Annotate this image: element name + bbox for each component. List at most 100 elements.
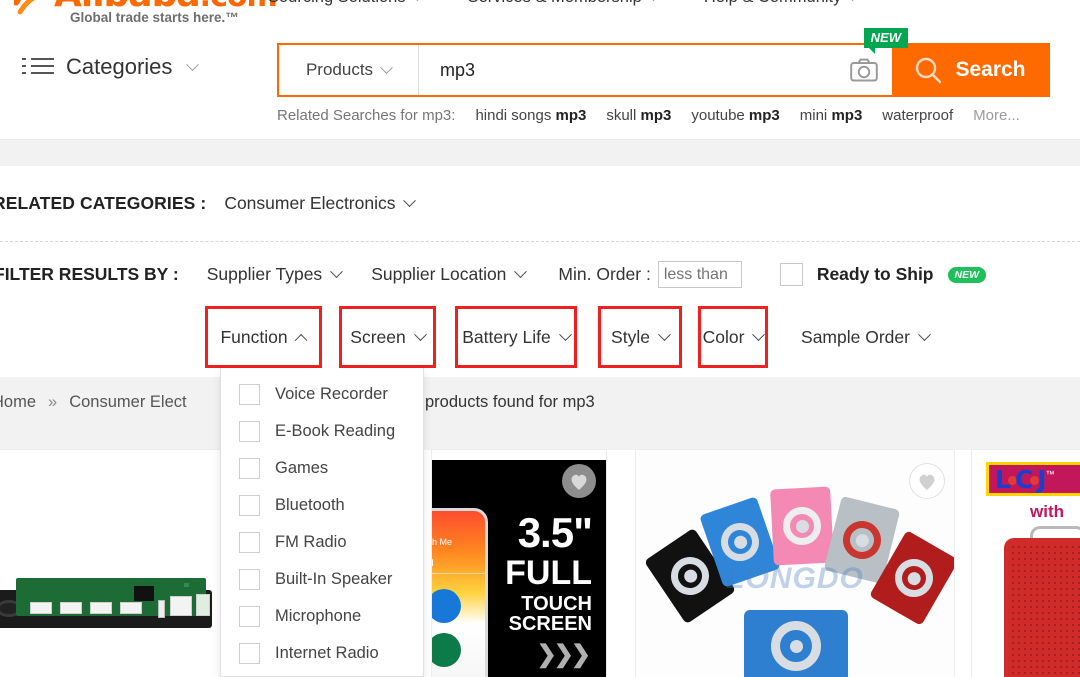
checkbox-icon[interactable] xyxy=(239,569,260,590)
breadcrumb-home-link[interactable]: Home xyxy=(0,393,36,412)
breadcrumb-current[interactable]: Consumer Elect xyxy=(69,393,186,412)
ready-to-ship-filter[interactable]: Ready to Ship NEW xyxy=(779,263,986,286)
product-caption: with xyxy=(1030,502,1064,521)
breadcrumb-band xyxy=(0,377,1080,450)
attribute-filter-row: Function Screen Battery Life Style Color… xyxy=(0,306,1080,368)
trademark-symbol: ™ xyxy=(1045,469,1055,479)
dropdown-option-e-book-reading[interactable]: E-Book Reading xyxy=(221,413,423,450)
favorite-button[interactable] xyxy=(562,464,596,498)
chevron-down-icon xyxy=(918,327,931,341)
search-input[interactable]: mp3 xyxy=(419,45,836,95)
product-card[interactable] xyxy=(0,450,230,677)
filter-chip-color[interactable]: Color xyxy=(698,306,768,368)
product-card[interactable]: LONGDO xyxy=(636,450,954,677)
breadcrumb: Home » Consumer Elect xyxy=(0,393,187,412)
filter-chip-battery-life[interactable]: Battery Life xyxy=(455,306,577,368)
dropdown-option-label: Microphone xyxy=(275,607,362,625)
search-button[interactable]: Search xyxy=(892,45,1048,95)
heart-icon xyxy=(571,474,587,490)
ready-to-ship-label: Ready to Ship xyxy=(816,264,934,284)
related-category-consumer-electronics[interactable]: Consumer Electronics xyxy=(224,193,417,214)
dropdown-option-bluetooth[interactable]: Bluetooth xyxy=(221,487,423,524)
topnav-label: Services & Membership xyxy=(468,0,642,7)
search-scope-label: Products xyxy=(305,60,374,79)
related-categories-divider xyxy=(0,241,1080,242)
heart-icon xyxy=(919,474,935,490)
topnav-item-help-community[interactable]: Help & Community xyxy=(704,0,860,7)
rs-prefix: mini xyxy=(799,107,832,124)
search-icon xyxy=(916,57,942,84)
filter-supplier-types[interactable]: Supplier Types xyxy=(206,264,344,285)
chevron-down-icon xyxy=(380,60,393,74)
overlay-line-screen: SCREEN xyxy=(508,613,592,635)
topnav-item-sourcing-solutions[interactable]: Sourcing Solutions xyxy=(268,0,424,7)
categories-menu-button[interactable]: Categories xyxy=(22,54,200,80)
related-search-item[interactable]: mini mp3 xyxy=(800,107,863,124)
related-category-label: Consumer Electronics xyxy=(224,193,396,213)
checkbox-icon[interactable] xyxy=(239,421,260,442)
dropdown-option-fm-radio[interactable]: FM Radio xyxy=(221,524,423,561)
dropdown-option-voice-recorder[interactable]: Voice Recorder xyxy=(221,376,423,413)
min-order-input[interactable] xyxy=(657,261,742,288)
related-search-item[interactable]: hindi songs mp3 xyxy=(475,107,586,124)
checkbox-icon[interactable] xyxy=(239,532,260,553)
related-categories-row: RELATED CATEGORIES : Consumer Electronic… xyxy=(0,193,417,214)
filter-supplier-location[interactable]: Supplier Location xyxy=(371,264,528,285)
dropdown-option-internet-radio[interactable]: Internet Radio xyxy=(221,635,423,672)
rs-prefix: youtube xyxy=(691,107,749,124)
dropdown-option-label: Bluetooth xyxy=(275,496,345,514)
product-image-pcb-board xyxy=(0,450,230,677)
related-search-item[interactable]: skull mp3 xyxy=(606,107,671,124)
chevron-down-icon xyxy=(410,0,424,2)
categories-label: Categories xyxy=(66,54,173,79)
filter-chip-sample-order[interactable]: Sample Order xyxy=(792,306,938,368)
product-image-clip-mp3-players: LONGDO xyxy=(636,450,954,677)
chevron-down-icon xyxy=(646,0,660,2)
checkbox-icon[interactable] xyxy=(239,643,260,664)
chevron-down-icon xyxy=(558,327,572,341)
overlay-arrows-icon: ❯❯❯ xyxy=(536,641,591,668)
filter-chip-style[interactable]: Style xyxy=(598,306,682,368)
rs-prefix: skull xyxy=(606,107,641,124)
alibaba-logo[interactable]: Alibaba.com Global trade starts here.™ xyxy=(8,0,278,26)
min-order-label: Min. Order : xyxy=(558,264,651,284)
checkbox-icon[interactable] xyxy=(239,384,260,405)
breadcrumb-separator: » xyxy=(48,393,58,411)
favorite-button[interactable] xyxy=(910,464,944,498)
rs-prefix: hindi songs xyxy=(475,107,556,124)
dropdown-option-games[interactable]: Games xyxy=(221,450,423,487)
filter-chip-function[interactable]: Function xyxy=(205,306,322,368)
dropdown-option-microphone[interactable]: Microphone xyxy=(221,598,423,635)
image-watermark: LONGDO xyxy=(726,562,864,595)
filter-chip-label: Battery Life xyxy=(462,326,551,347)
dropdown-option-built-in-speaker[interactable]: Built-In Speaker xyxy=(221,561,423,598)
filter-chip-screen[interactable]: Screen xyxy=(339,306,436,368)
top-navigation: Sourcing Solutions Services & Membership… xyxy=(268,0,860,7)
search-scope-select[interactable]: Products xyxy=(279,45,419,95)
checkbox-icon[interactable] xyxy=(239,606,260,627)
chevron-down-icon xyxy=(658,327,671,341)
ready-to-ship-checkbox[interactable] xyxy=(779,263,803,286)
chevron-up-icon xyxy=(294,333,308,347)
filter-label-text: Supplier Types xyxy=(206,264,323,284)
checkbox-icon[interactable] xyxy=(239,495,260,516)
related-searches: Related Searches for mp3: hindi songs mp… xyxy=(277,107,1020,124)
filter-chip-label: Sample Order xyxy=(801,326,910,347)
product-card[interactable]: LCJ ™ with xyxy=(972,450,1080,677)
dropdown-option-label: Built-In Speaker xyxy=(275,570,393,588)
product-card[interactable]: With Me ⏭ 3.5" FULL TOUCH SCREEN ❯❯❯ xyxy=(432,450,606,677)
filter-results-label: FILTER RESULTS BY : xyxy=(0,264,179,284)
chevron-down-icon xyxy=(186,57,200,71)
min-order-filter: Min. Order : xyxy=(558,261,742,288)
related-searches-label: Related Searches for mp3: xyxy=(277,107,456,124)
related-searches-more-link[interactable]: More... xyxy=(973,107,1020,124)
related-search-item[interactable]: waterproof xyxy=(882,107,953,124)
image-search-button[interactable] xyxy=(836,45,892,95)
topnav-item-services-membership[interactable]: Services & Membership xyxy=(468,0,660,7)
search-bar: Products mp3 Search NEW xyxy=(277,28,1050,97)
checkbox-icon[interactable] xyxy=(239,458,260,479)
rs-keyword: mp3 xyxy=(555,107,587,124)
related-search-item[interactable]: youtube mp3 xyxy=(691,107,779,124)
phone-mockup: With Me ⏭ xyxy=(432,508,488,677)
chevron-down-icon xyxy=(752,327,766,341)
